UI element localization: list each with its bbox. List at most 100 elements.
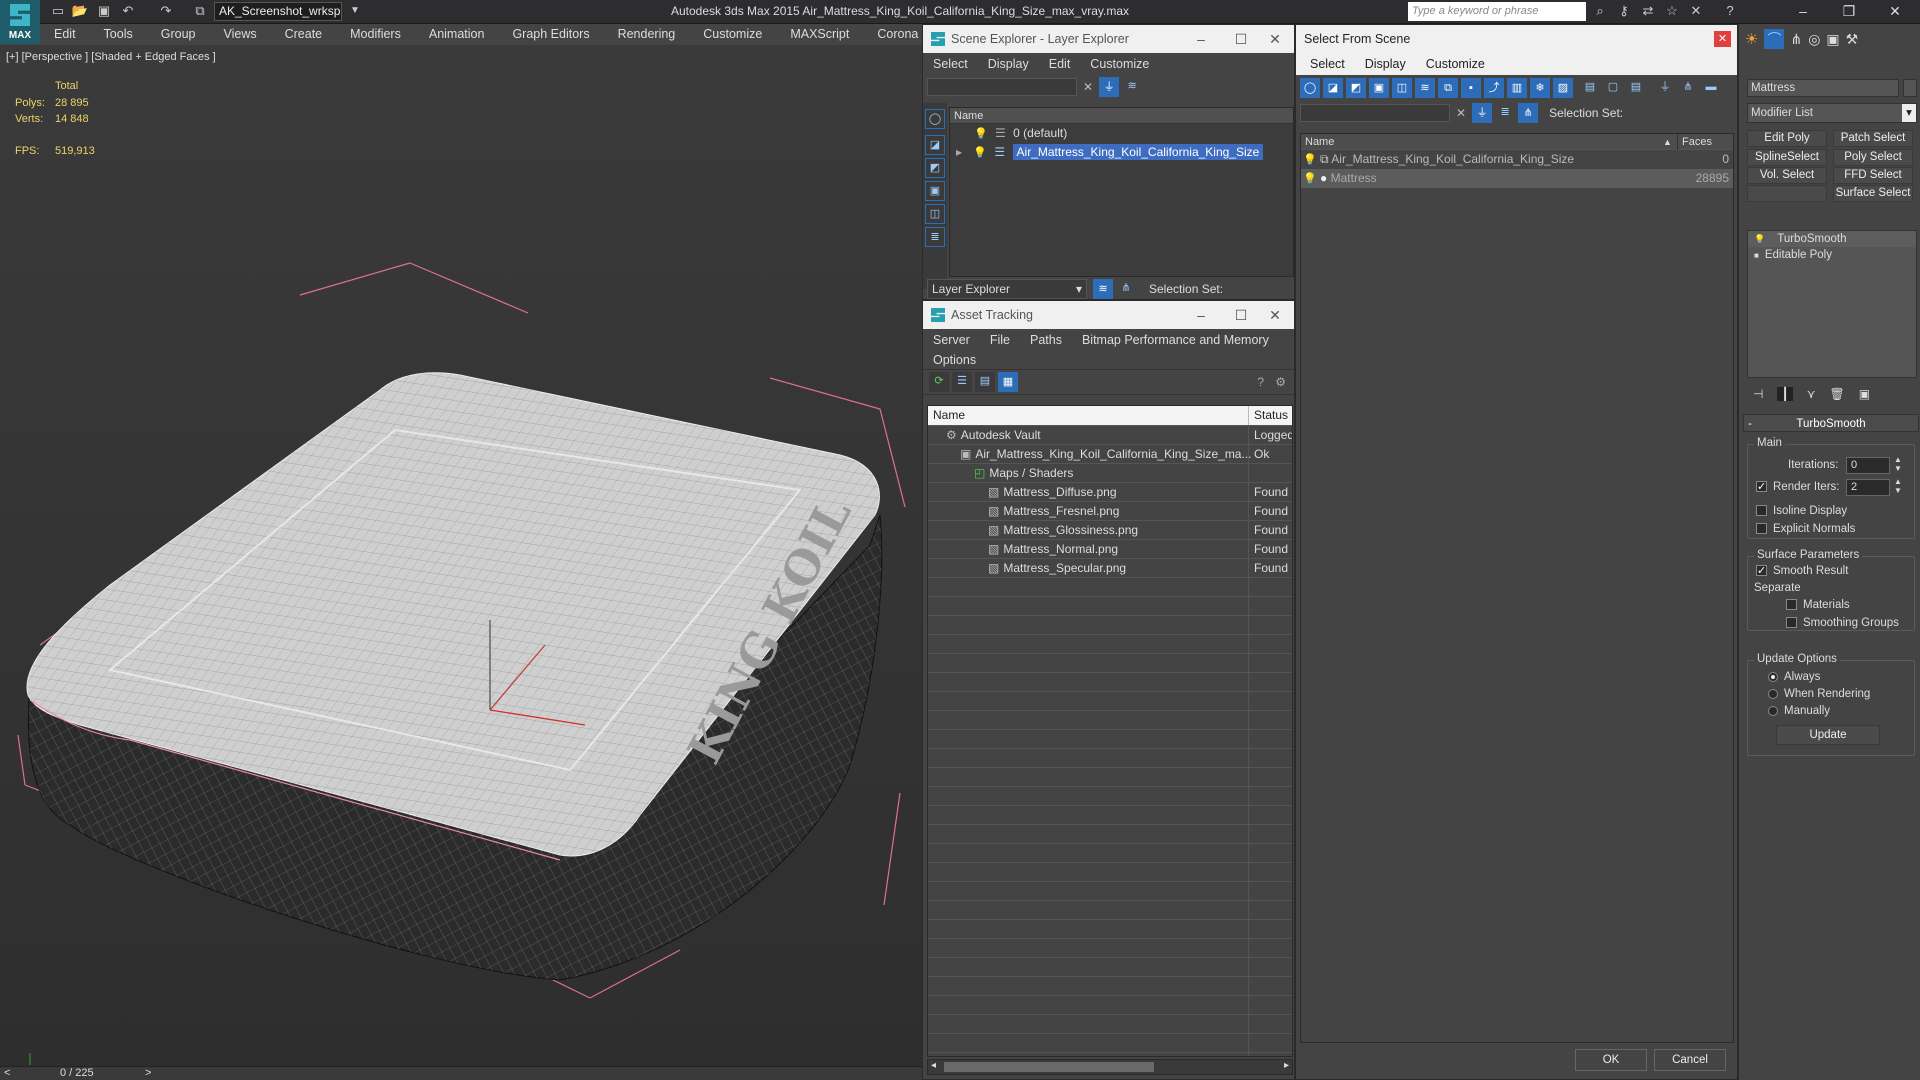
- help-icon[interactable]: ?: [1720, 2, 1740, 20]
- scrollbar-thumb[interactable]: [944, 1062, 1154, 1072]
- mattress-model[interactable]: KING KOIL: [0, 45, 922, 1065]
- select-search-input[interactable]: [1300, 104, 1450, 122]
- stack-item-editable-poly[interactable]: ■ Editable Poly: [1748, 247, 1916, 263]
- workspace-dropdown[interactable]: AK_Screenshot_wrksp ▾: [214, 2, 342, 35]
- show-end-result-icon[interactable]: ┃: [1777, 387, 1793, 401]
- pin-stack-icon[interactable]: ⊣: [1753, 387, 1763, 401]
- minimize-button[interactable]: –: [1181, 301, 1221, 329]
- menu-item[interactable]: Edit: [40, 24, 90, 45]
- menu-item[interactable]: Create: [271, 24, 337, 45]
- menu-item[interactable]: Group: [147, 24, 210, 45]
- layer-row[interactable]: 💡 ☰ 0 (default): [950, 124, 1293, 143]
- collapse-icon[interactable]: ▬: [1701, 78, 1721, 98]
- explorer-type-dropdown[interactable]: Layer Explorer ▾: [927, 279, 1087, 299]
- menu-item[interactable]: Server: [923, 329, 980, 351]
- explicit-normals-checkbox[interactable]: [1756, 523, 1767, 535]
- timeline-next-button[interactable]: >: [145, 1067, 151, 1079]
- find-input[interactable]: [927, 78, 1077, 96]
- menu-item[interactable]: Animation: [415, 24, 499, 45]
- asset-row[interactable]: ⚙ Autodesk Vault Logged: [928, 426, 1292, 445]
- motion-tab-icon[interactable]: ◎: [1808, 31, 1820, 48]
- select-invert-icon[interactable]: ▤: [1626, 78, 1646, 98]
- horizontal-scrollbar[interactable]: ◂ ▸: [927, 1059, 1293, 1075]
- hierarchy-icon[interactable]: ⋔: [1518, 103, 1539, 123]
- display-layers-icon[interactable]: ≣: [925, 227, 945, 247]
- filter-xrefs-icon[interactable]: ▪: [1461, 78, 1481, 98]
- smooth-result-option[interactable]: Smooth Result: [1756, 563, 1848, 580]
- qa-dropdown-icon[interactable]: ▼: [345, 2, 365, 20]
- display-cameras-icon[interactable]: ▣: [925, 181, 945, 201]
- display-tab-icon[interactable]: ▣: [1826, 31, 1839, 48]
- filter-hidden-icon[interactable]: ▨: [1553, 78, 1573, 98]
- close-x-icon[interactable]: ✕: [1686, 2, 1706, 20]
- iterations-spinner[interactable]: 0: [1846, 457, 1890, 474]
- update-button[interactable]: Update: [1776, 725, 1880, 745]
- when-rendering-radio[interactable]: [1768, 688, 1778, 699]
- menu-item[interactable]: Select: [1300, 53, 1355, 75]
- modify-tab-icon[interactable]: ⌒: [1764, 29, 1785, 49]
- filter-cameras-icon[interactable]: ▣: [1369, 78, 1389, 98]
- filter-geometry-icon[interactable]: ◯: [1300, 78, 1320, 98]
- asset-row[interactable]: ▧ Mattress_Normal.png Found: [928, 540, 1292, 559]
- layers-mode-icon[interactable]: ≋: [1093, 279, 1113, 299]
- menu-item[interactable]: Customize: [689, 24, 776, 45]
- modifier-button[interactable]: Edit Poly: [1747, 130, 1827, 147]
- filter-bones-icon[interactable]: ⤴: [1484, 78, 1504, 98]
- display-lights-icon[interactable]: ◩: [925, 158, 945, 178]
- exchange-icon[interactable]: ⇄: [1638, 2, 1658, 20]
- object-row-selected[interactable]: 💡 ● Mattress 28895: [1301, 169, 1733, 188]
- lightbulb-icon[interactable]: 💡: [1754, 234, 1765, 244]
- menu-item[interactable]: Customize: [1416, 53, 1495, 75]
- perspective-viewport[interactable]: [+] [Perspective ] [Shaded + Edged Faces…: [0, 45, 922, 1068]
- configure-sets-icon[interactable]: ▣: [1859, 387, 1870, 401]
- hierarchy-mode-icon[interactable]: ⋔: [1116, 279, 1136, 299]
- save-icon[interactable]: ▣: [94, 2, 114, 20]
- redo-icon[interactable]: ↷: [156, 2, 176, 20]
- materials-option[interactable]: Materials: [1786, 597, 1850, 614]
- utilities-tab-icon[interactable]: ⚒: [1846, 31, 1859, 48]
- filter-groups-icon[interactable]: ⧉: [1438, 78, 1458, 98]
- select-none-icon[interactable]: ▢: [1603, 78, 1623, 98]
- lightbulb-icon[interactable]: 💡: [1303, 154, 1317, 166]
- menu-item[interactable]: Graph Editors: [498, 24, 603, 45]
- object-color-swatch[interactable]: [1903, 79, 1917, 97]
- stack-item-turbosmooth[interactable]: 💡 TurboSmooth: [1748, 231, 1916, 247]
- manually-radio[interactable]: [1768, 705, 1778, 716]
- object-name-field[interactable]: Mattress: [1747, 79, 1899, 97]
- menu-item[interactable]: Modifiers: [336, 24, 415, 45]
- lightbulb-icon[interactable]: 💡: [1303, 173, 1317, 185]
- render-iters-spinner[interactable]: 2: [1846, 479, 1890, 496]
- filter-funnel-icon[interactable]: ⏚: [1655, 78, 1675, 98]
- remove-modifier-icon[interactable]: 🗑: [1829, 387, 1844, 401]
- menu-item[interactable]: File: [980, 329, 1020, 351]
- asset-row[interactable]: ◰ Maps / Shaders: [928, 464, 1292, 483]
- rollout-header[interactable]: - TurboSmooth: [1743, 414, 1919, 432]
- clear-search-icon[interactable]: ✕: [1456, 106, 1466, 120]
- refresh-icon[interactable]: ⟳: [929, 372, 949, 392]
- search-input[interactable]: Type a keyword or phrase: [1408, 2, 1586, 21]
- menu-item[interactable]: Paths: [1020, 329, 1072, 351]
- column-header-status[interactable]: Status: [1248, 406, 1292, 425]
- menu-item[interactable]: Rendering: [604, 24, 690, 45]
- smooth-result-checkbox[interactable]: [1756, 563, 1767, 580]
- cancel-button[interactable]: Cancel: [1654, 1049, 1726, 1071]
- ok-button[interactable]: OK: [1575, 1049, 1647, 1071]
- filter-icon[interactable]: ⏚: [1099, 77, 1120, 97]
- find-case-icon[interactable]: ⏚: [1472, 103, 1493, 123]
- filter-helpers-icon[interactable]: ◫: [1392, 78, 1412, 98]
- spinner-arrows-icon[interactable]: ▲ ▼: [1894, 455, 1902, 473]
- modifier-button[interactable]: Patch Select: [1833, 130, 1913, 147]
- time-slider[interactable]: < 0 / 225 >: [0, 1066, 922, 1080]
- modifier-button[interactable]: FFD Select: [1833, 167, 1913, 184]
- column-header-name[interactable]: Name: [950, 108, 1293, 124]
- close-button[interactable]: ✕: [1872, 0, 1918, 24]
- menu-item[interactable]: Tools: [90, 24, 147, 45]
- make-unique-icon[interactable]: ⋎: [1807, 387, 1816, 401]
- project-folder-icon[interactable]: ⧉: [190, 2, 210, 20]
- hierarchy-filter-icon[interactable]: ⋔: [1678, 78, 1698, 98]
- thumbnail-view-icon[interactable]: ▤: [975, 372, 995, 392]
- key-icon[interactable]: ⚷: [1614, 2, 1634, 20]
- stack-expand-icon[interactable]: ■: [1754, 251, 1759, 260]
- help-icon[interactable]: ?: [1257, 375, 1264, 389]
- display-helpers-icon[interactable]: ◫: [925, 204, 945, 224]
